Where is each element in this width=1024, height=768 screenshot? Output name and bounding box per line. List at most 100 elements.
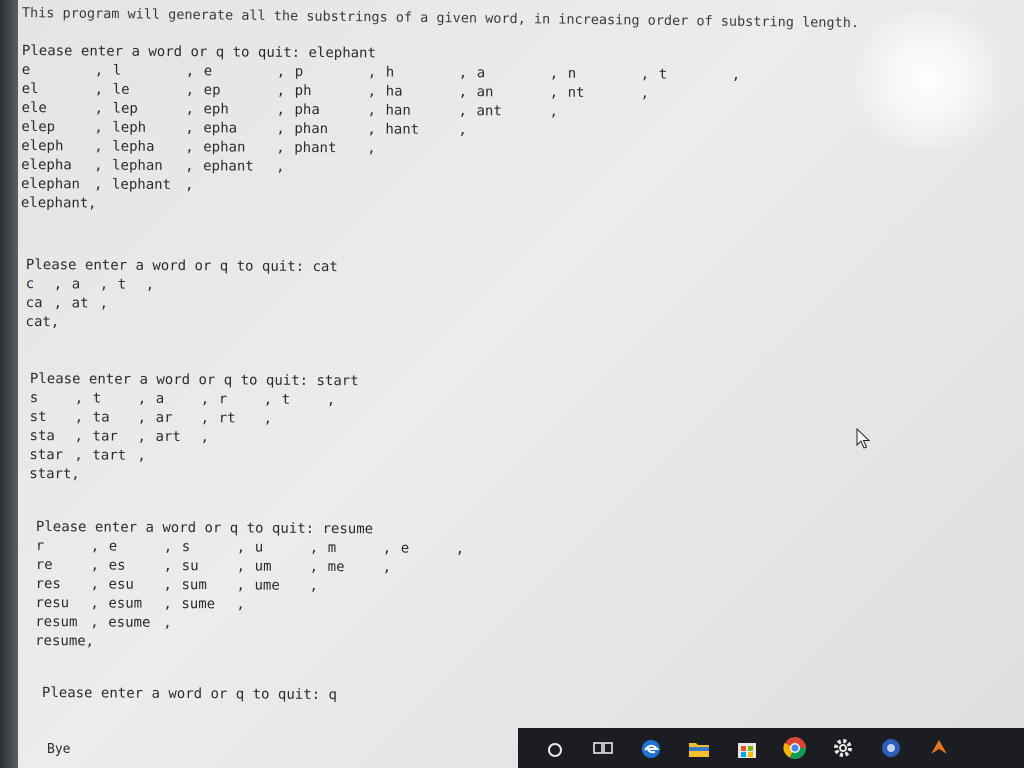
substring-cell: el [21,80,39,98]
separator-comma: , [276,158,285,175]
store-icon[interactable] [732,733,762,763]
separator-comma: , [99,295,109,312]
separator-comma: , [276,82,286,99]
substring-cell: ant [476,103,502,120]
substring-row: sta, tar, art, [29,427,358,448]
app-icon[interactable] [876,733,906,763]
substring-cell: epha [203,120,238,137]
separator-comma: , [137,428,147,445]
substring-cell: leph [112,119,147,136]
separator-comma: , [185,158,194,175]
separator-comma: , [263,391,273,408]
separator-comma: , [85,633,95,650]
separator-comma: , [145,276,155,293]
prompt-text: Please enter a word or q to quit: [41,685,329,704]
substring-cell: es [108,557,126,574]
substring-row: eleph, lepha, ephan, phant, [21,137,376,158]
substring-cell: a [476,65,486,82]
separator-comma: , [74,409,84,426]
separator-comma: , [90,614,99,631]
substring-cell: ele [21,99,47,117]
session-5: Please enter a word or q to quit: q [42,684,337,705]
separator-comma: , [94,81,104,98]
separator-comma: , [367,83,377,100]
chrome-icon[interactable] [780,733,810,763]
settings-icon[interactable] [828,733,858,763]
substring-cell: u [254,539,264,556]
taskbar [518,728,1024,768]
substring-row: resume, [35,632,372,653]
separator-comma: , [276,63,286,80]
substring-cell: lephant [111,176,172,194]
substring-cell: tart [92,447,127,464]
separator-comma: , [137,409,147,426]
separator-comma: , [163,595,172,612]
app-icon-2[interactable] [924,733,954,763]
session-4: Please enter a word or q to quit: resume… [35,518,465,653]
separator-comma: , [90,538,100,555]
console-output: This program will generate all the subst… [18,0,1024,768]
substring-cell: c [25,275,35,293]
separator-comma: , [367,102,377,119]
separator-comma: , [458,122,467,139]
separator-comma: , [163,614,172,631]
substring-cell: resu [35,594,70,612]
separator-comma: , [50,314,60,331]
substring-cell: sum [181,577,207,594]
separator-comma: , [53,295,63,312]
separator-comma: , [185,82,195,99]
substring-cell: esum [108,595,143,612]
input-value: start [316,373,359,390]
prompt-line: Please enter a word or q to quit: elepha… [22,42,376,63]
separator-comma: , [88,195,97,212]
substring-cell: lepha [112,138,155,155]
separator-comma: , [309,577,319,594]
substring-cell: s [29,389,39,407]
separator-comma: , [94,138,103,155]
substring-row: resu, esum, sume, [35,594,372,615]
separator-comma: , [200,410,210,427]
separator-comma: , [382,540,392,557]
substring-cell: star [29,446,64,464]
substring-cell: elep [21,118,56,136]
prompt-line: Please enter a word or q to quit: resume [36,518,373,539]
separator-comma: , [71,466,80,483]
substring-row: res, esu, sum, ume, [35,575,372,596]
separator-comma: , [137,390,147,407]
substring-cell: e [400,540,410,557]
substring-cell: elephant [20,194,89,212]
separator-comma: , [276,139,285,156]
separator-comma: , [640,66,650,83]
substring-row: r, e, s, u, m, e, [36,537,465,558]
substring-cell: r [218,391,228,408]
file-explorer-icon[interactable] [684,733,714,763]
separator-comma: , [309,539,319,556]
separator-comma: , [185,101,195,118]
separator-comma: , [236,577,246,594]
task-view-icon[interactable] [588,733,618,763]
substring-cell: t [658,66,668,83]
separator-comma: , [326,392,336,409]
separator-comma: , [93,176,103,193]
substring-cell: elepha [21,156,72,174]
separator-comma: , [94,157,103,174]
separator-comma: , [163,576,173,593]
substring-cell: phant [294,139,337,157]
separator-comma: , [94,62,104,79]
separator-comma: , [640,85,650,102]
prompt-line: Please enter a word or q to quit: cat [26,256,338,277]
substring-cell: ep [203,82,221,99]
substring-cell: resume [35,632,86,650]
edge-browser-icon[interactable] [636,733,666,763]
substring-cell: m [327,540,337,557]
substring-cell: e [21,61,31,79]
substring-cell: l [112,62,122,79]
separator-comma: , [263,410,273,427]
substring-cell: res [35,575,61,593]
separator-comma: , [74,428,84,445]
substring-cell: phan [294,120,329,138]
separator-comma: , [185,120,194,137]
search-icon[interactable] [540,733,570,763]
substring-row: el, le, ep, ph, ha, an, nt, [21,80,650,101]
substring-cell: an [476,84,494,101]
